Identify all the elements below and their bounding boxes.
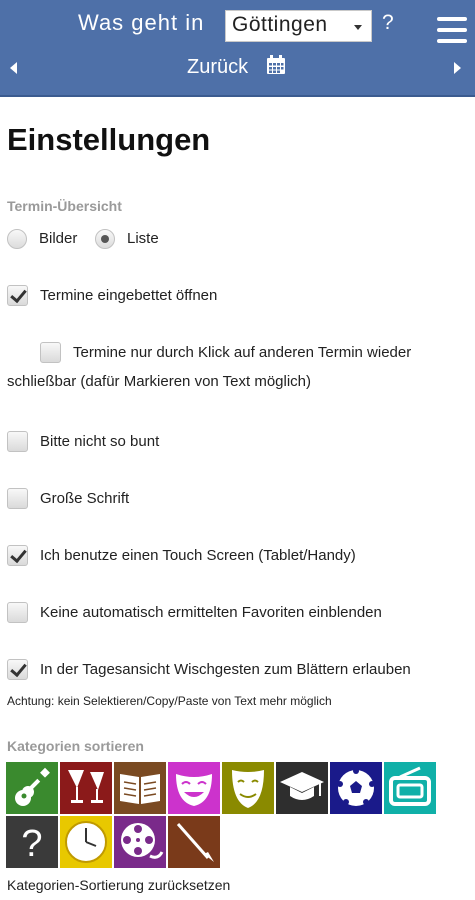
categories-heading: Kategorien sortieren	[7, 738, 144, 754]
city-select[interactable]: Göttingen	[225, 10, 372, 42]
category-tile-education[interactable]	[276, 762, 328, 814]
category-tile-bar[interactable]	[60, 762, 112, 814]
date-nav: Zurück	[0, 50, 475, 86]
checkbox-swipe-gestures[interactable]	[7, 659, 28, 680]
location-bar: Was geht in Göttingen ?	[0, 7, 475, 43]
radio-liste-label: Liste	[127, 230, 159, 247]
back-button[interactable]: Zurück	[187, 56, 248, 79]
checkbox-close-on-click-label: Termine nur durch Klick auf anderen Term…	[7, 344, 412, 390]
category-tile-reading[interactable]	[114, 762, 166, 814]
radio-bilder-label: Bilder	[39, 230, 78, 247]
radio-liste[interactable]	[95, 229, 115, 249]
radio-bilder[interactable]	[7, 229, 27, 249]
checkbox-no-auto-favorites[interactable]	[7, 602, 28, 623]
category-tile-art[interactable]	[168, 816, 220, 868]
checkbox-embedded-open[interactable]	[7, 285, 28, 306]
category-tile-guitar[interactable]	[6, 762, 58, 814]
arrow-right-icon[interactable]	[454, 62, 461, 74]
category-tile-time[interactable]	[60, 816, 112, 868]
checkbox-touch-screen-label: Ich benutze einen Touch Screen (Tablet/H…	[40, 547, 356, 564]
checkbox-less-colorful[interactable]	[7, 431, 28, 452]
checkbox-no-auto-favorites-label: Keine automatisch ermittelten Favoriten …	[40, 604, 382, 621]
category-tile-cinema[interactable]	[114, 816, 166, 868]
overview-heading: Termin-Übersicht	[7, 198, 122, 214]
arrow-left-icon[interactable]	[10, 62, 17, 74]
header-prefix: Was geht in	[78, 10, 205, 35]
category-tile-comedy[interactable]	[168, 762, 220, 814]
reset-category-order-link[interactable]: Kategorien-Sortierung zurücksetzen	[7, 877, 230, 893]
checkbox-embedded-open-label: Termine eingebettet öffnen	[40, 287, 218, 304]
help-link[interactable]: ?	[382, 11, 394, 35]
checkbox-less-colorful-label: Bitte nicht so bunt	[40, 433, 160, 450]
category-tile-theater[interactable]	[222, 762, 274, 814]
category-tiles: ?	[6, 762, 438, 870]
chevron-down-icon	[354, 25, 362, 30]
checkbox-large-font[interactable]	[7, 488, 28, 509]
category-tile-misc[interactable]: ?	[6, 816, 58, 868]
checkbox-swipe-gestures-label: In der Tagesansicht Wischgesten zum Blät…	[40, 661, 411, 678]
calendar-icon[interactable]	[266, 55, 286, 75]
category-tile-sports[interactable]	[330, 762, 382, 814]
category-tile-radio[interactable]	[384, 762, 436, 814]
app-header: Was geht in Göttingen ? Zurück	[0, 0, 475, 97]
hamburger-menu-icon[interactable]	[437, 17, 467, 43]
swipe-warning-note: Achtung: kein Selektieren/Copy/Paste von…	[7, 694, 332, 708]
checkbox-touch-screen[interactable]	[7, 545, 28, 566]
svg-text:?: ?	[21, 823, 42, 865]
page-title: Einstellungen	[7, 122, 211, 157]
checkbox-large-font-label: Große Schrift	[40, 490, 130, 507]
city-select-value: Göttingen	[232, 13, 328, 36]
